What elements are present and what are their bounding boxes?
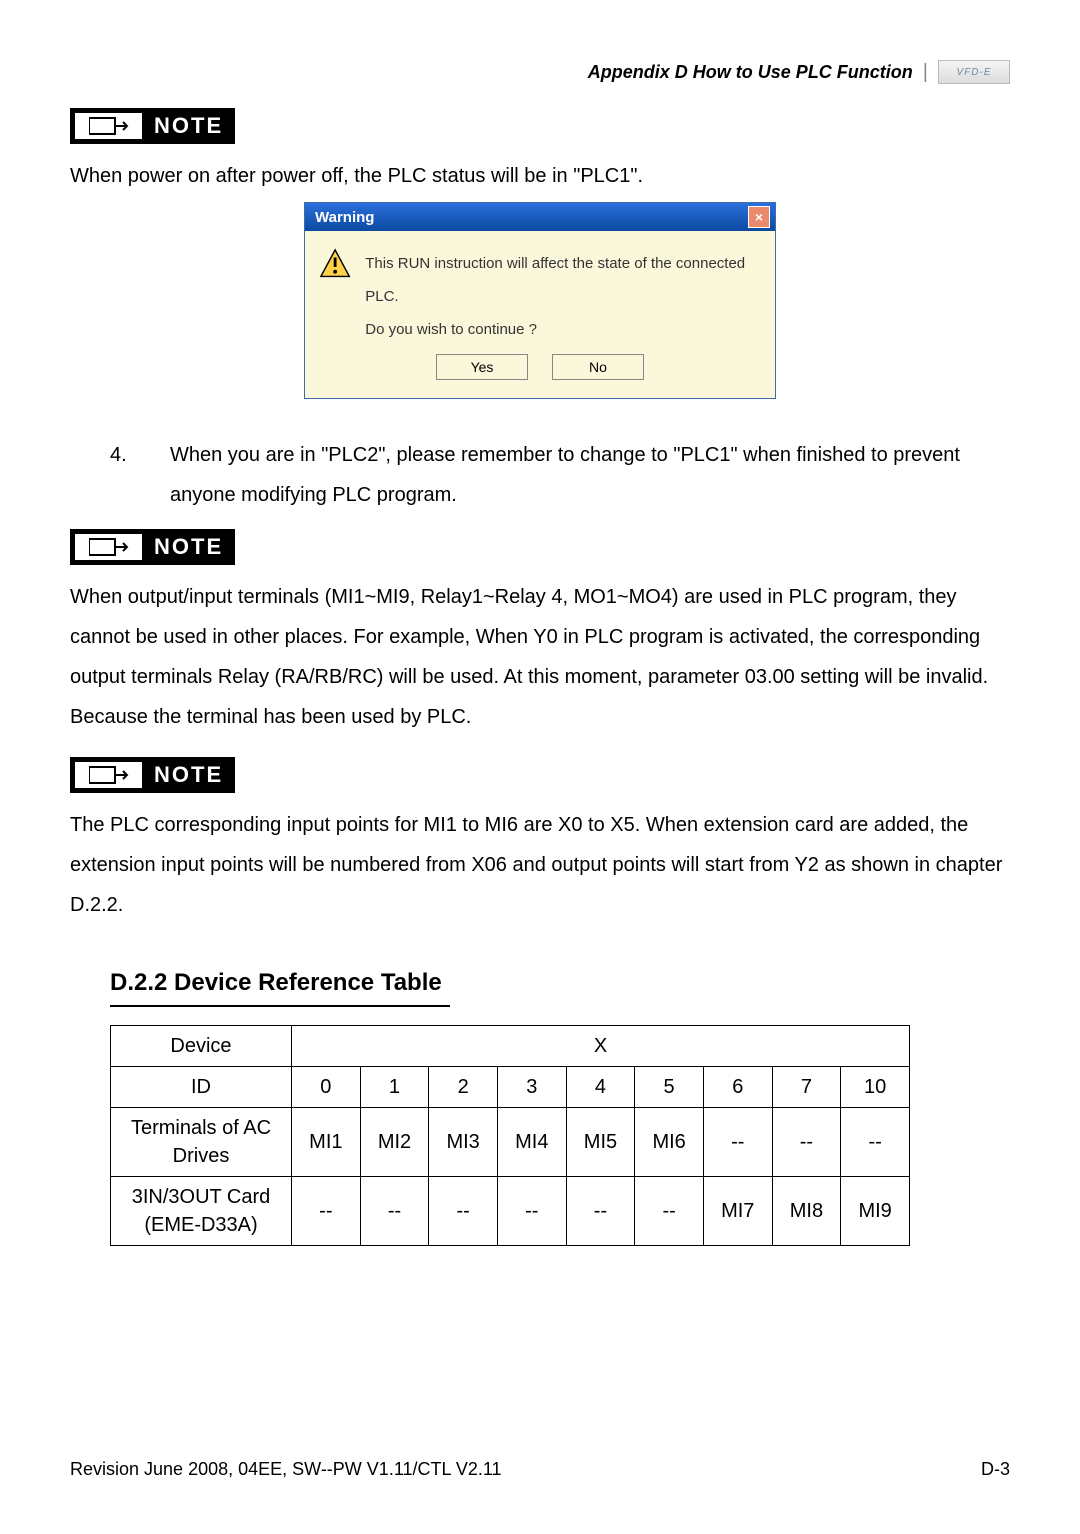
cell: -- <box>429 1177 498 1246</box>
cell: MI7 <box>703 1177 772 1246</box>
note-badge: NOTE <box>70 108 235 144</box>
note-label: NOTE <box>142 757 235 793</box>
cell: -- <box>841 1108 910 1177</box>
appendix-title: Appendix D How to Use PLC Function <box>588 62 913 83</box>
dialog-message: This RUN instruction will affect the sta… <box>365 247 761 346</box>
device-reference-table: Device X ID 0 1 2 3 4 5 6 7 10 Terminals… <box>110 1025 910 1246</box>
cell: MI6 <box>635 1108 704 1177</box>
warning-icon <box>319 247 351 281</box>
table-row: 3IN/3OUT Card (EME-D33A) -- -- -- -- -- … <box>111 1177 910 1246</box>
cell: MI2 <box>360 1108 429 1177</box>
note-label: NOTE <box>142 529 235 565</box>
note-icon <box>70 757 142 793</box>
dialog-line1: This RUN instruction will affect the sta… <box>365 247 761 313</box>
col-group-x: X <box>292 1026 910 1067</box>
dialog-titlebar: Warning × <box>305 203 775 231</box>
note-badge: NOTE <box>70 757 235 793</box>
footer-right: D-3 <box>981 1459 1010 1480</box>
section-heading: D.2.2 Device Reference Table <box>110 969 1010 997</box>
note-icon <box>70 108 142 144</box>
cell: MI9 <box>841 1177 910 1246</box>
table-row: Terminals of AC Drives MI1 MI2 MI3 MI4 M… <box>111 1108 910 1177</box>
col-h: 2 <box>429 1067 498 1108</box>
col-h: 1 <box>360 1067 429 1108</box>
note1-text: When power on after power off, the PLC s… <box>70 156 1010 196</box>
col-h: 6 <box>703 1067 772 1108</box>
dialog-line2: Do you wish to continue ? <box>365 313 761 346</box>
note2-text: When output/input terminals (MI1~MI9, Re… <box>70 577 1010 737</box>
cell: -- <box>566 1177 635 1246</box>
cell: -- <box>360 1177 429 1246</box>
note-label: NOTE <box>142 108 235 144</box>
cell: MI3 <box>429 1108 498 1177</box>
cell: -- <box>497 1177 566 1246</box>
separator: | <box>923 61 928 84</box>
table-row: ID 0 1 2 3 4 5 6 7 10 <box>111 1067 910 1108</box>
note3-text: The PLC corresponding input points for M… <box>70 805 1010 925</box>
yes-button[interactable]: Yes <box>436 354 528 380</box>
cell: -- <box>635 1177 704 1246</box>
page-header: Appendix D How to Use PLC Function | VFD… <box>70 60 1010 84</box>
row-label: Terminals of AC Drives <box>111 1108 292 1177</box>
col-h: 10 <box>841 1067 910 1108</box>
cell: MI1 <box>292 1108 361 1177</box>
row-label: 3IN/3OUT Card (EME-D33A) <box>111 1177 292 1246</box>
product-logo: VFD-E <box>938 60 1010 84</box>
cell: MI5 <box>566 1108 635 1177</box>
cell: -- <box>703 1108 772 1177</box>
cell: -- <box>772 1108 841 1177</box>
no-button[interactable]: No <box>552 354 644 380</box>
table-row: Device X <box>111 1026 910 1067</box>
cell: MI4 <box>497 1108 566 1177</box>
cell: -- <box>292 1177 361 1246</box>
close-icon[interactable]: × <box>748 206 770 228</box>
note-icon <box>70 529 142 565</box>
cell: MI8 <box>772 1177 841 1246</box>
warning-dialog: Warning × This RUN instruction will affe… <box>304 202 776 399</box>
list-text: When you are in "PLC2", please remember … <box>170 435 1010 515</box>
col-id: ID <box>111 1067 292 1108</box>
page-footer: Revision June 2008, 04EE, SW--PW V1.11/C… <box>70 1459 1010 1480</box>
footer-left: Revision June 2008, 04EE, SW--PW V1.11/C… <box>70 1459 502 1480</box>
dialog-title-text: Warning <box>315 209 374 226</box>
list-number: 4. <box>110 435 130 515</box>
col-h: 4 <box>566 1067 635 1108</box>
note-badge: NOTE <box>70 529 235 565</box>
list-item-4: 4. When you are in "PLC2", please rememb… <box>70 435 1010 515</box>
col-h: 0 <box>292 1067 361 1108</box>
col-h: 5 <box>635 1067 704 1108</box>
col-device: Device <box>111 1026 292 1067</box>
col-h: 7 <box>772 1067 841 1108</box>
col-h: 3 <box>497 1067 566 1108</box>
heading-underline <box>110 1005 450 1007</box>
